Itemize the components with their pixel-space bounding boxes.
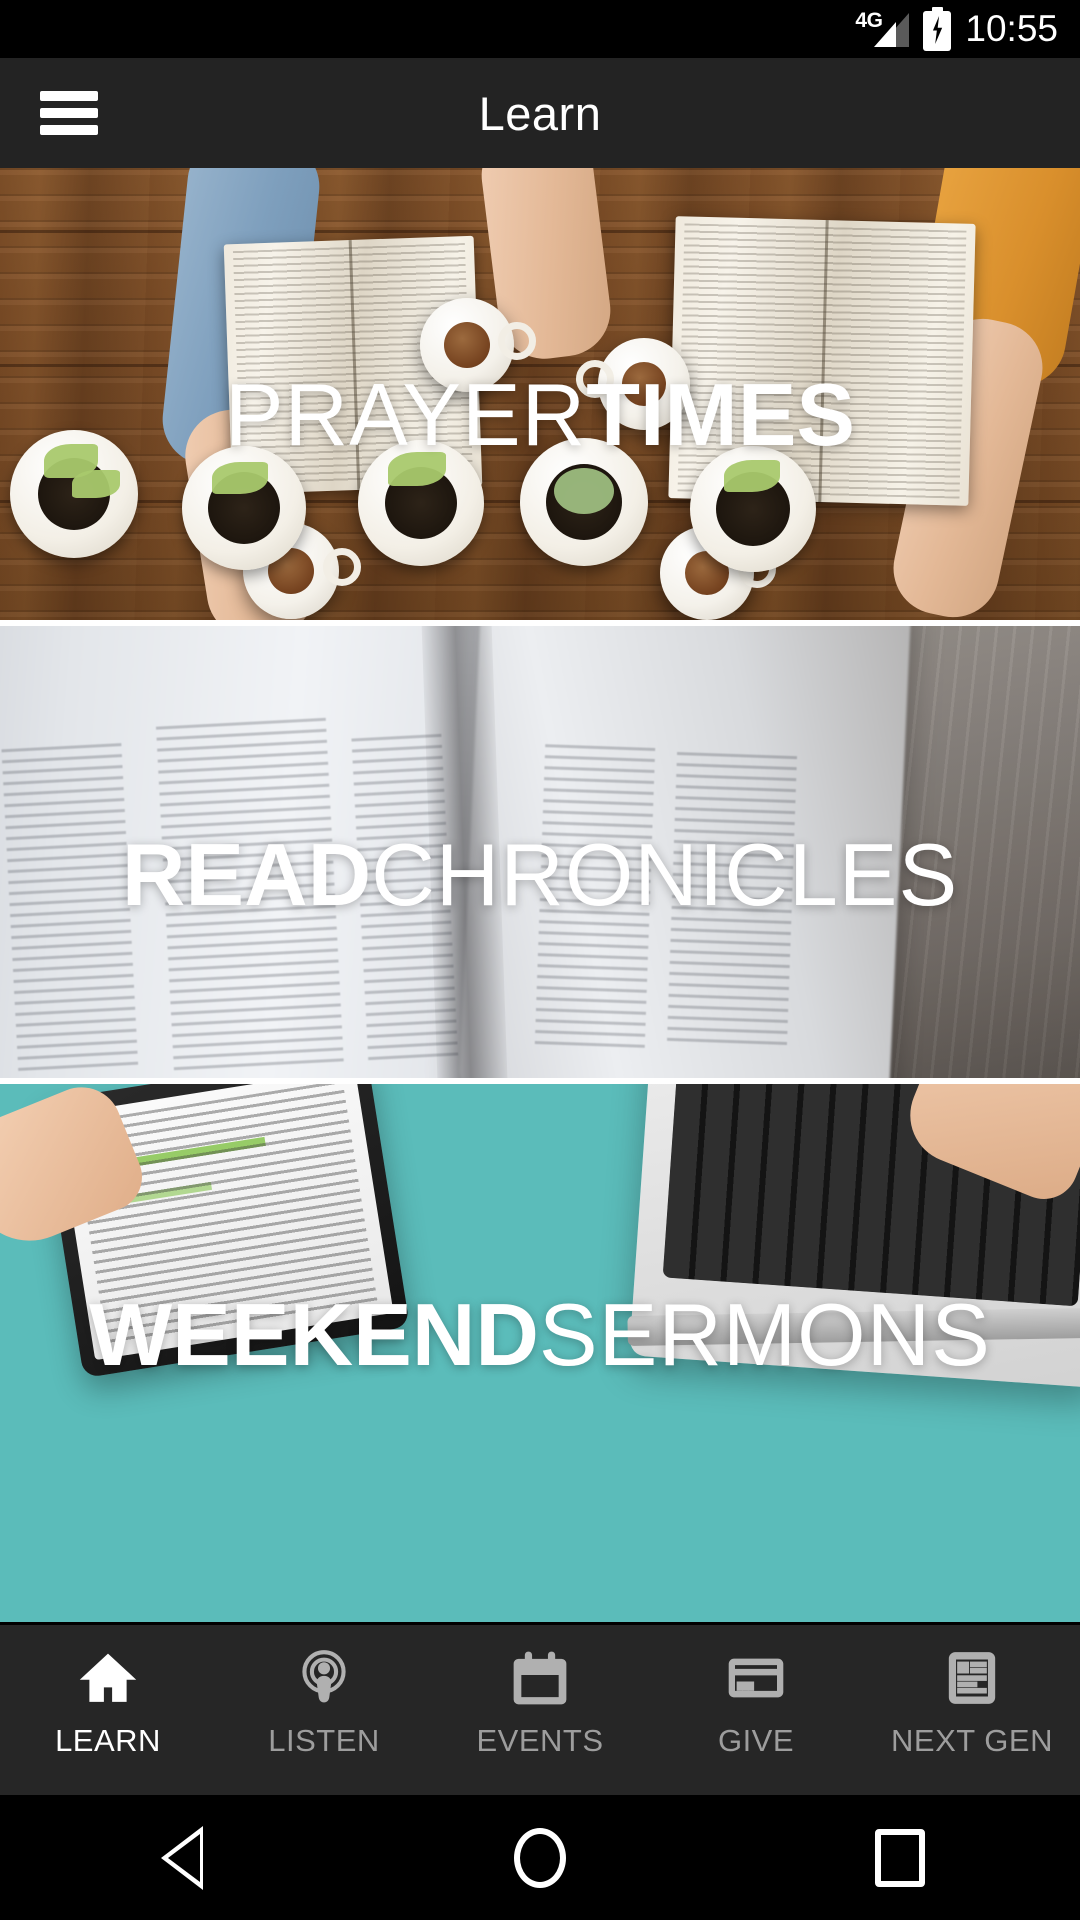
tab-learn[interactable]: LEARN [0, 1647, 216, 1759]
bottom-tab-bar: LEARN LISTEN EVENTS GIVE NEXT GEN [0, 1625, 1080, 1795]
app-bar: Learn [0, 58, 1080, 168]
system-navigation-bar [0, 1795, 1080, 1920]
tab-label: LISTEN [268, 1723, 380, 1758]
caption-bold-part: WEEKEND [89, 1285, 539, 1384]
caption-light-part: CHRONICLES [371, 825, 959, 924]
status-bar-clock: 10:55 [965, 8, 1058, 49]
tab-label: LEARN [55, 1723, 161, 1758]
content-feed[interactable]: PRAYERTIMES READCHRONICLES WEEKENDSERMON… [0, 168, 1080, 1622]
status-bar: 4G 10:55 [0, 0, 1080, 58]
recents-square-icon[interactable] [825, 1795, 975, 1920]
back-icon[interactable] [105, 1795, 255, 1920]
caption-bold-part: READ [121, 825, 372, 924]
calendar-icon [509, 1647, 571, 1709]
page-title: Learn [478, 86, 602, 140]
caption-light-part: PRAYER [224, 365, 587, 464]
article-icon [941, 1647, 1003, 1709]
home-circle-icon[interactable] [465, 1795, 615, 1920]
phone-screen: 4G 10:55 Learn PRAYERTIMES READCHRONICLE… [0, 0, 1080, 1920]
caption-light-part: SERMONS [538, 1285, 991, 1384]
weekend-sermons-caption: WEEKENDSERMONS [0, 1284, 1080, 1386]
credit-card-icon [725, 1647, 787, 1709]
caption-bold-part: TIMES [586, 365, 856, 464]
tab-label: NEXT GEN [891, 1723, 1053, 1758]
hamburger-menu-icon[interactable] [40, 91, 98, 135]
podcast-icon [293, 1647, 355, 1709]
tab-events[interactable]: EVENTS [432, 1647, 648, 1759]
signal-triangle-lit [874, 22, 897, 47]
home-icon [77, 1647, 139, 1709]
tab-give[interactable]: GIVE [648, 1647, 864, 1759]
tab-listen[interactable]: LISTEN [216, 1647, 432, 1759]
tab-next-gen[interactable]: NEXT GEN [864, 1647, 1080, 1759]
tab-label: EVENTS [476, 1723, 604, 1758]
battery-charging-icon [923, 7, 952, 51]
read-chronicles-caption: READCHRONICLES [0, 824, 1080, 926]
signal-bars-icon: 4G [855, 7, 910, 51]
feed-card-prayer-times[interactable]: PRAYERTIMES [0, 168, 1080, 620]
prayer-times-caption: PRAYERTIMES [0, 364, 1080, 466]
feed-card-read-chronicles[interactable]: READCHRONICLES [0, 626, 1080, 1078]
tab-label: GIVE [717, 1723, 795, 1758]
feed-card-weekend-sermons[interactable]: WEEKENDSERMONS [0, 1084, 1080, 1622]
